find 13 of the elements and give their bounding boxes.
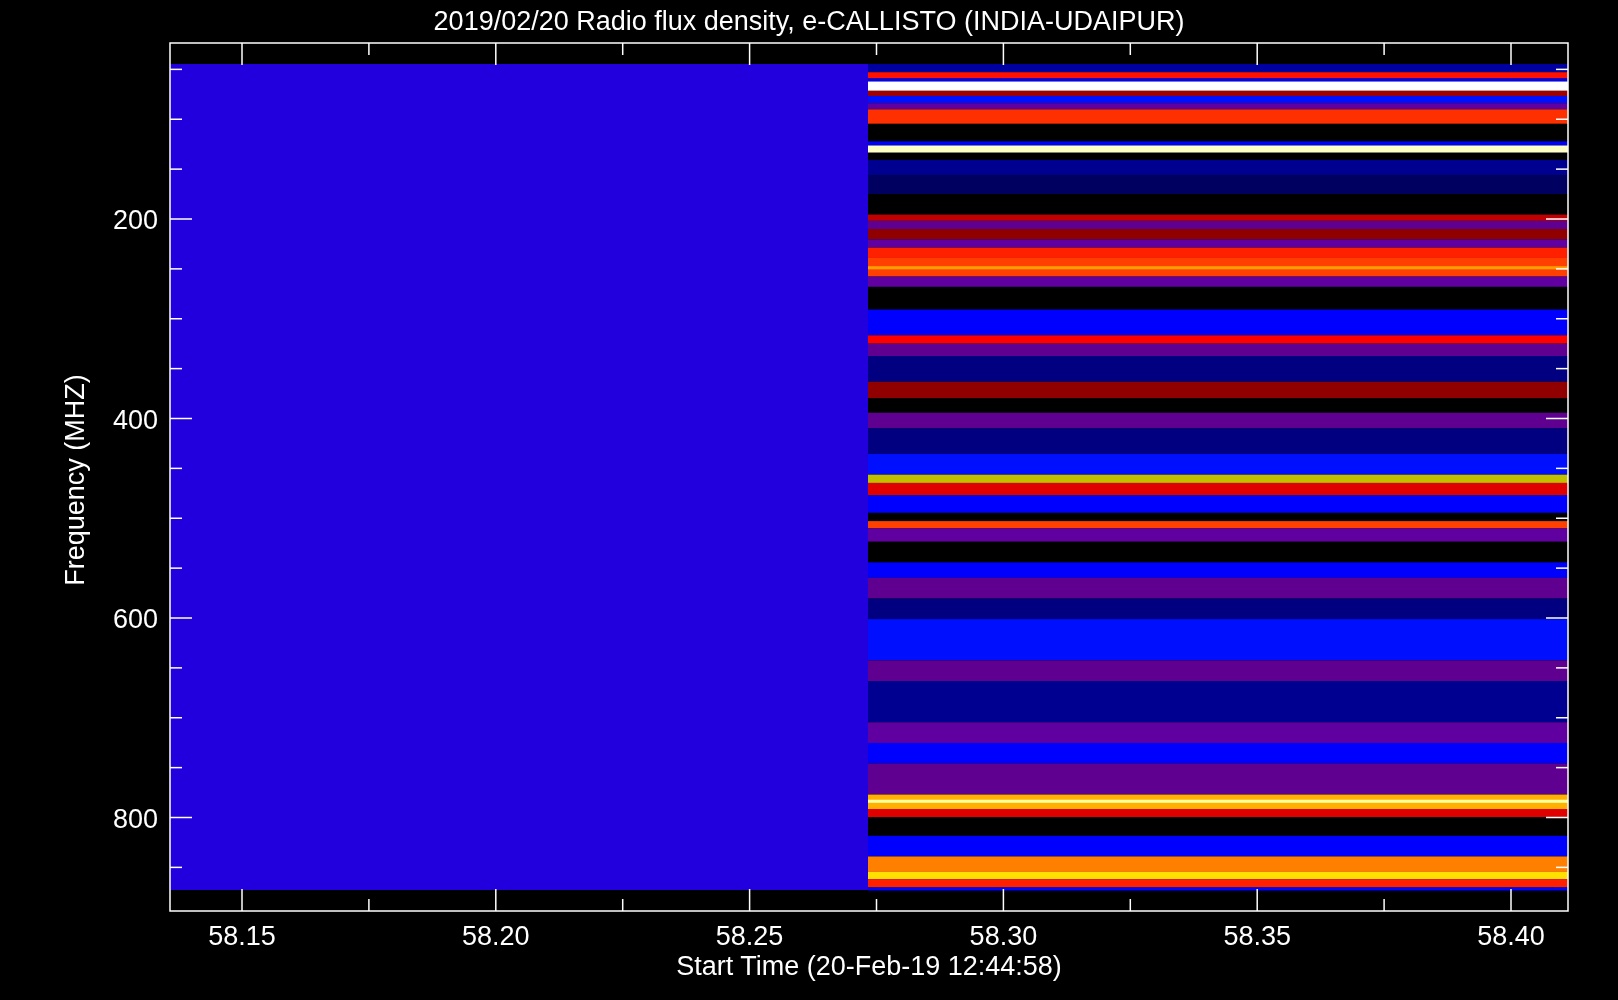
y-tick-label: 200: [112, 205, 158, 235]
x-tick-label: 58.35: [1223, 921, 1291, 951]
x-axis-label: Start Time (20-Feb-19 12:44:58): [676, 951, 1062, 981]
x-tick-label: 58.30: [969, 921, 1038, 951]
x-tick-label: 58.40: [1477, 921, 1545, 951]
x-tick-label: 58.25: [715, 921, 784, 951]
y-axis-label: Frequency (MHZ): [60, 374, 90, 586]
y-tick-label: 400: [112, 404, 158, 435]
y-tick-label: 800: [112, 803, 158, 834]
y-tick-label: 600: [112, 604, 158, 634]
x-tick-label: 58.20: [462, 921, 530, 951]
chart-title: 2019/02/20 Radio flux density, e-CALLISTO (INDIA-UDAIPUR): [433, 6, 1185, 36]
x-tick-label: 58.15: [208, 921, 276, 951]
